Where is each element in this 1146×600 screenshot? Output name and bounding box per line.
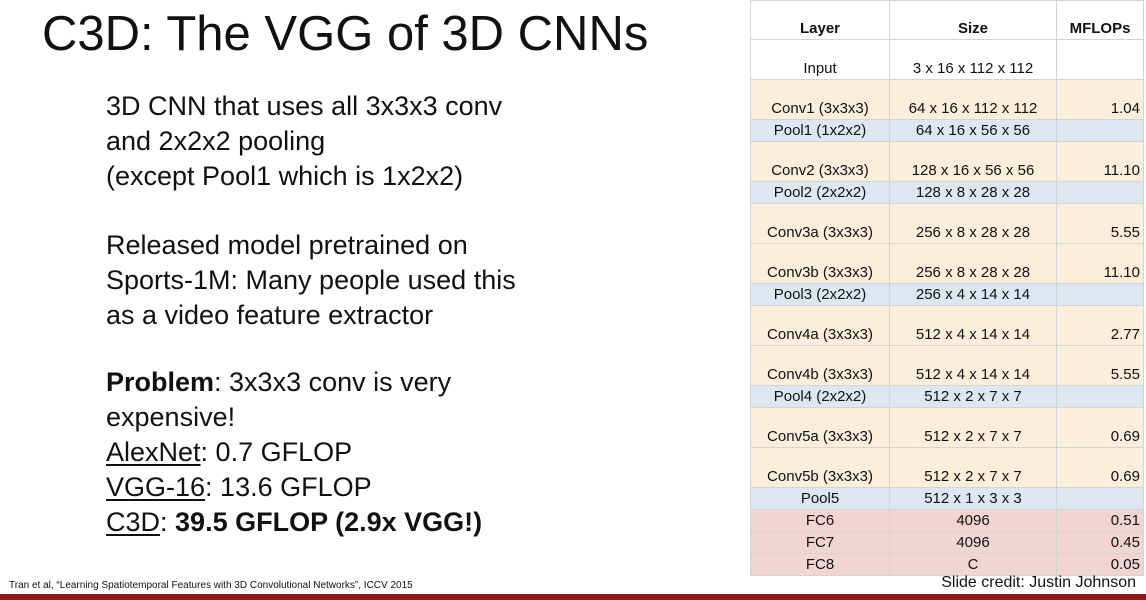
layer-cell: Input (750, 39, 890, 80)
paper-citation: Tran et al, “Learning Spatiotemporal Fea… (9, 580, 413, 591)
layer-cell: Conv5b (3x3x3) (750, 447, 890, 488)
c3d-line: C3D: 39.5 GFLOP (2.9x VGG!) (106, 505, 482, 540)
mflops-cell (1056, 487, 1144, 510)
size-cell: 256 x 8 x 28 x 28 (889, 243, 1057, 284)
slide-title: C3D: The VGG of 3D CNNs (42, 7, 649, 61)
description-block-architecture: 3D CNN that uses all 3x3x3 conv and 2x2x… (106, 89, 502, 194)
size-cell: 128 x 8 x 28 x 28 (889, 181, 1057, 204)
column-header-size: Size (889, 0, 1057, 40)
text-line: and 2x2x2 pooling (106, 126, 326, 156)
layer-cell: Pool4 (2x2x2) (750, 385, 890, 408)
c3d-layer-table: Layer Size MFLOPs Input 3 x 16 x 112 x 11… (750, 0, 1144, 576)
text-line: Released model pretrained on (106, 230, 468, 260)
column-header-layer: Layer (750, 0, 890, 40)
table-row: Pool1 (1x2x2) 64 x 16 x 56 x 56 (750, 119, 1144, 142)
layer-cell: Conv2 (3x3x3) (750, 141, 890, 182)
layer-cell: FC6 (750, 509, 890, 532)
size-cell: 128 x 16 x 56 x 56 (889, 141, 1057, 182)
problem-text: : 3x3x3 conv is very (214, 367, 452, 397)
text-line: 3D CNN that uses all 3x3x3 conv (106, 91, 503, 121)
table-row: Conv2 (3x3x3) 128 x 16 x 56 x 56 11.10 (750, 141, 1144, 182)
size-cell: 512 x 4 x 14 x 14 (889, 305, 1057, 346)
layer-cell: Pool5 (750, 487, 890, 510)
layer-cell: Conv4b (3x3x3) (750, 345, 890, 386)
size-cell: 512 x 2 x 7 x 7 (889, 385, 1057, 408)
mflops-cell (1056, 39, 1144, 80)
mflops-cell (1056, 385, 1144, 408)
mflops-cell (1056, 181, 1144, 204)
bottom-accent-bar (0, 594, 1146, 600)
mflops-cell: 0.51 (1056, 509, 1144, 532)
mflops-cell (1056, 119, 1144, 142)
c3d-value: 39.5 GFLOP (2.9x VGG!) (175, 507, 483, 537)
table-row: Pool4 (2x2x2) 512 x 2 x 7 x 7 (750, 385, 1144, 408)
size-cell: 4096 (889, 531, 1057, 554)
problem-line: Problem: 3x3x3 conv is very (106, 365, 482, 400)
mflops-cell: 1.04 (1056, 79, 1144, 120)
text-line: (except Pool1 which is 1x2x2) (106, 161, 464, 191)
table-row: Conv5a (3x3x3) 512 x 2 x 7 x 7 0.69 (750, 407, 1144, 448)
alexnet-value: : 0.7 GFLOP (200, 437, 353, 467)
table-row: Conv5b (3x3x3) 512 x 2 x 7 x 7 0.69 (750, 447, 1144, 488)
table-body: Input 3 x 16 x 112 x 112 Conv1 (3x3x3) 64 x… (750, 39, 1144, 576)
layer-cell: Pool2 (2x2x2) (750, 181, 890, 204)
mflops-cell: 0.69 (1056, 407, 1144, 448)
layer-cell: FC8 (750, 553, 890, 576)
size-cell: 512 x 4 x 14 x 14 (889, 345, 1057, 386)
slide-credit: Slide credit: Justin Johnson (941, 574, 1136, 591)
table-header-row: Layer Size MFLOPs (750, 0, 1144, 40)
text-line: as a video feature extractor (106, 300, 434, 330)
text-line: Sports-1M: Many people used this (106, 265, 516, 295)
table-row: Pool2 (2x2x2) 128 x 8 x 28 x 28 (750, 181, 1144, 204)
layer-cell: Conv1 (3x3x3) (750, 79, 890, 120)
description-block-problem: Problem: 3x3x3 conv is very expensive! A… (106, 365, 482, 540)
problem-label: Problem (106, 367, 215, 397)
layer-cell: Conv3a (3x3x3) (750, 203, 890, 244)
mflops-cell: 5.55 (1056, 345, 1144, 386)
layer-cell: Pool1 (1x2x2) (750, 119, 890, 142)
table-row: Conv1 (3x3x3) 64 x 16 x 112 x 112 1.04 (750, 79, 1144, 120)
c3d-separator: : (160, 507, 176, 537)
layer-cell: Conv4a (3x3x3) (750, 305, 890, 346)
vgg-value: : 13.6 GFLOP (205, 472, 372, 502)
size-cell: 256 x 8 x 28 x 28 (889, 203, 1057, 244)
vgg-line: VGG-16: 13.6 GFLOP (106, 470, 482, 505)
size-cell: 4096 (889, 509, 1057, 532)
table-row: Conv3b (3x3x3) 256 x 8 x 28 x 28 11.10 (750, 243, 1144, 284)
mflops-cell: 2.77 (1056, 305, 1144, 346)
layer-cell: Pool3 (2x2x2) (750, 283, 890, 306)
table-row: Pool3 (2x2x2) 256 x 4 x 14 x 14 (750, 283, 1144, 306)
size-cell: 256 x 4 x 14 x 14 (889, 283, 1057, 306)
table-row: Conv4a (3x3x3) 512 x 4 x 14 x 14 2.77 (750, 305, 1144, 346)
size-cell: 64 x 16 x 56 x 56 (889, 119, 1057, 142)
c3d-label: C3D (106, 507, 161, 537)
table-row: Conv3a (3x3x3) 256 x 8 x 28 x 28 5.55 (750, 203, 1144, 244)
size-cell: 512 x 2 x 7 x 7 (889, 407, 1057, 448)
table-row: FC7 4096 0.45 (750, 531, 1144, 554)
size-cell: 512 x 1 x 3 x 3 (889, 487, 1057, 510)
mflops-cell: 5.55 (1056, 203, 1144, 244)
size-cell: 512 x 2 x 7 x 7 (889, 447, 1057, 488)
size-cell: 3 x 16 x 112 x 112 (889, 39, 1057, 80)
description-block-pretrained: Released model pretrained on Sports-1M: … (106, 228, 516, 333)
column-header-mflops: MFLOPs (1056, 0, 1144, 40)
table-row: FC6 4096 0.51 (750, 509, 1144, 532)
mflops-cell: 0.69 (1056, 447, 1144, 488)
alexnet-label: AlexNet (106, 437, 201, 467)
vgg-label: VGG-16 (106, 472, 206, 502)
problem-text-continued: expensive! (106, 402, 236, 432)
mflops-cell: 0.45 (1056, 531, 1144, 554)
table-row: Conv4b (3x3x3) 512 x 4 x 14 x 14 5.55 (750, 345, 1144, 386)
size-cell: 64 x 16 x 112 x 112 (889, 79, 1057, 120)
mflops-cell (1056, 283, 1144, 306)
table-row: Input 3 x 16 x 112 x 112 (750, 39, 1144, 80)
mflops-cell: 11.10 (1056, 243, 1144, 284)
alexnet-line: AlexNet: 0.7 GFLOP (106, 435, 482, 470)
layer-cell: FC7 (750, 531, 890, 554)
layer-cell: Conv5a (3x3x3) (750, 407, 890, 448)
mflops-cell: 11.10 (1056, 141, 1144, 182)
layer-cell: Conv3b (3x3x3) (750, 243, 890, 284)
table-row: Pool5 512 x 1 x 3 x 3 (750, 487, 1144, 510)
